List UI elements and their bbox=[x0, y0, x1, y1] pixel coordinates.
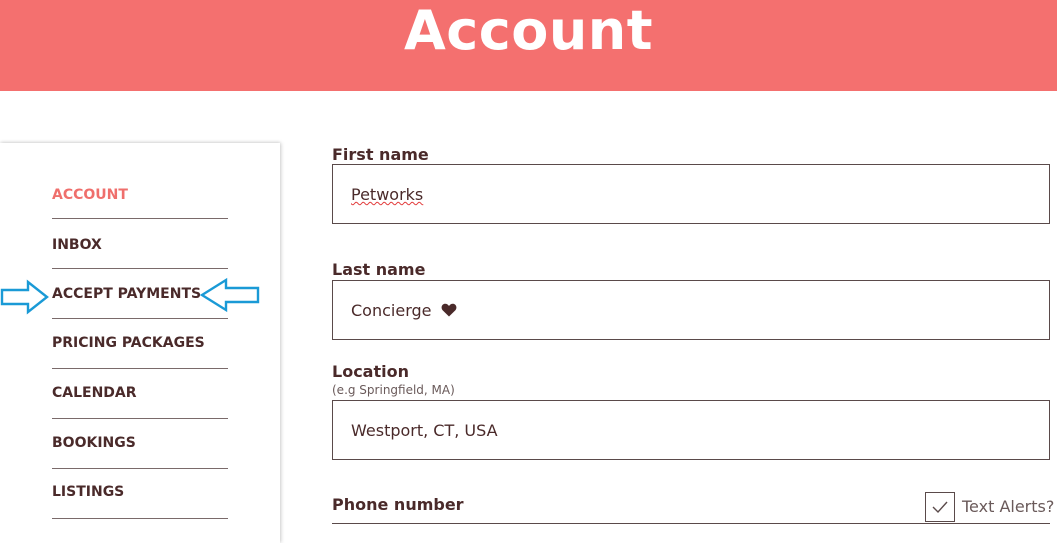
sidebar-item-calendar[interactable]: CALENDAR bbox=[52, 369, 228, 419]
location-value: Westport, CT, USA bbox=[351, 421, 498, 440]
location-label: Location bbox=[332, 362, 409, 381]
sidebar-item-label: INBOX bbox=[52, 237, 102, 253]
arrow-right-icon bbox=[0, 279, 49, 315]
sidebar-item-label: CALENDAR bbox=[52, 385, 137, 401]
page-title: Account bbox=[403, 0, 654, 62]
first-name-field[interactable]: Petworks bbox=[332, 164, 1050, 224]
last-name-value-wrap: Concierge bbox=[351, 301, 457, 320]
sidebar-nav: ACCOUNT INBOX ACCEPT PAYMENTS PRICING PA… bbox=[0, 143, 280, 543]
sidebar-item-label: BOOKINGS bbox=[52, 435, 136, 451]
last-name-label: Last name bbox=[332, 260, 426, 279]
sidebar-item-label: LISTINGS bbox=[52, 484, 125, 500]
sidebar-item-label: ACCEPT PAYMENTS bbox=[52, 286, 202, 302]
location-hint: (e.g Springfield, MA) bbox=[332, 383, 455, 397]
first-name-label: First name bbox=[332, 145, 429, 164]
text-alerts-checkbox[interactable] bbox=[925, 492, 955, 522]
sidebar-item-account[interactable]: ACCOUNT bbox=[52, 169, 228, 219]
heart-icon bbox=[441, 303, 456, 317]
arrow-left-icon bbox=[199, 277, 260, 313]
location-field[interactable]: Westport, CT, USA bbox=[332, 400, 1050, 460]
page-header: Account bbox=[0, 0, 1057, 91]
sidebar-item-bookings[interactable]: BOOKINGS bbox=[52, 419, 228, 469]
sidebar-item-listings[interactable]: LISTINGS bbox=[52, 469, 228, 519]
last-name-value: Concierge bbox=[351, 301, 432, 320]
text-alerts-label: Text Alerts? bbox=[962, 497, 1055, 516]
sidebar-item-label: PRICING PACKAGES bbox=[52, 335, 205, 351]
phone-number-field[interactable] bbox=[332, 523, 1050, 534]
phone-number-label: Phone number bbox=[332, 495, 464, 514]
sidebar-item-inbox[interactable]: INBOX bbox=[52, 219, 228, 269]
first-name-value: Petworks bbox=[351, 185, 424, 204]
sidebar-item-label: ACCOUNT bbox=[52, 187, 128, 203]
checkmark-icon bbox=[932, 501, 948, 514]
last-name-field[interactable]: Concierge bbox=[332, 280, 1050, 340]
sidebar-item-pricing-packages[interactable]: PRICING PACKAGES bbox=[52, 319, 228, 369]
